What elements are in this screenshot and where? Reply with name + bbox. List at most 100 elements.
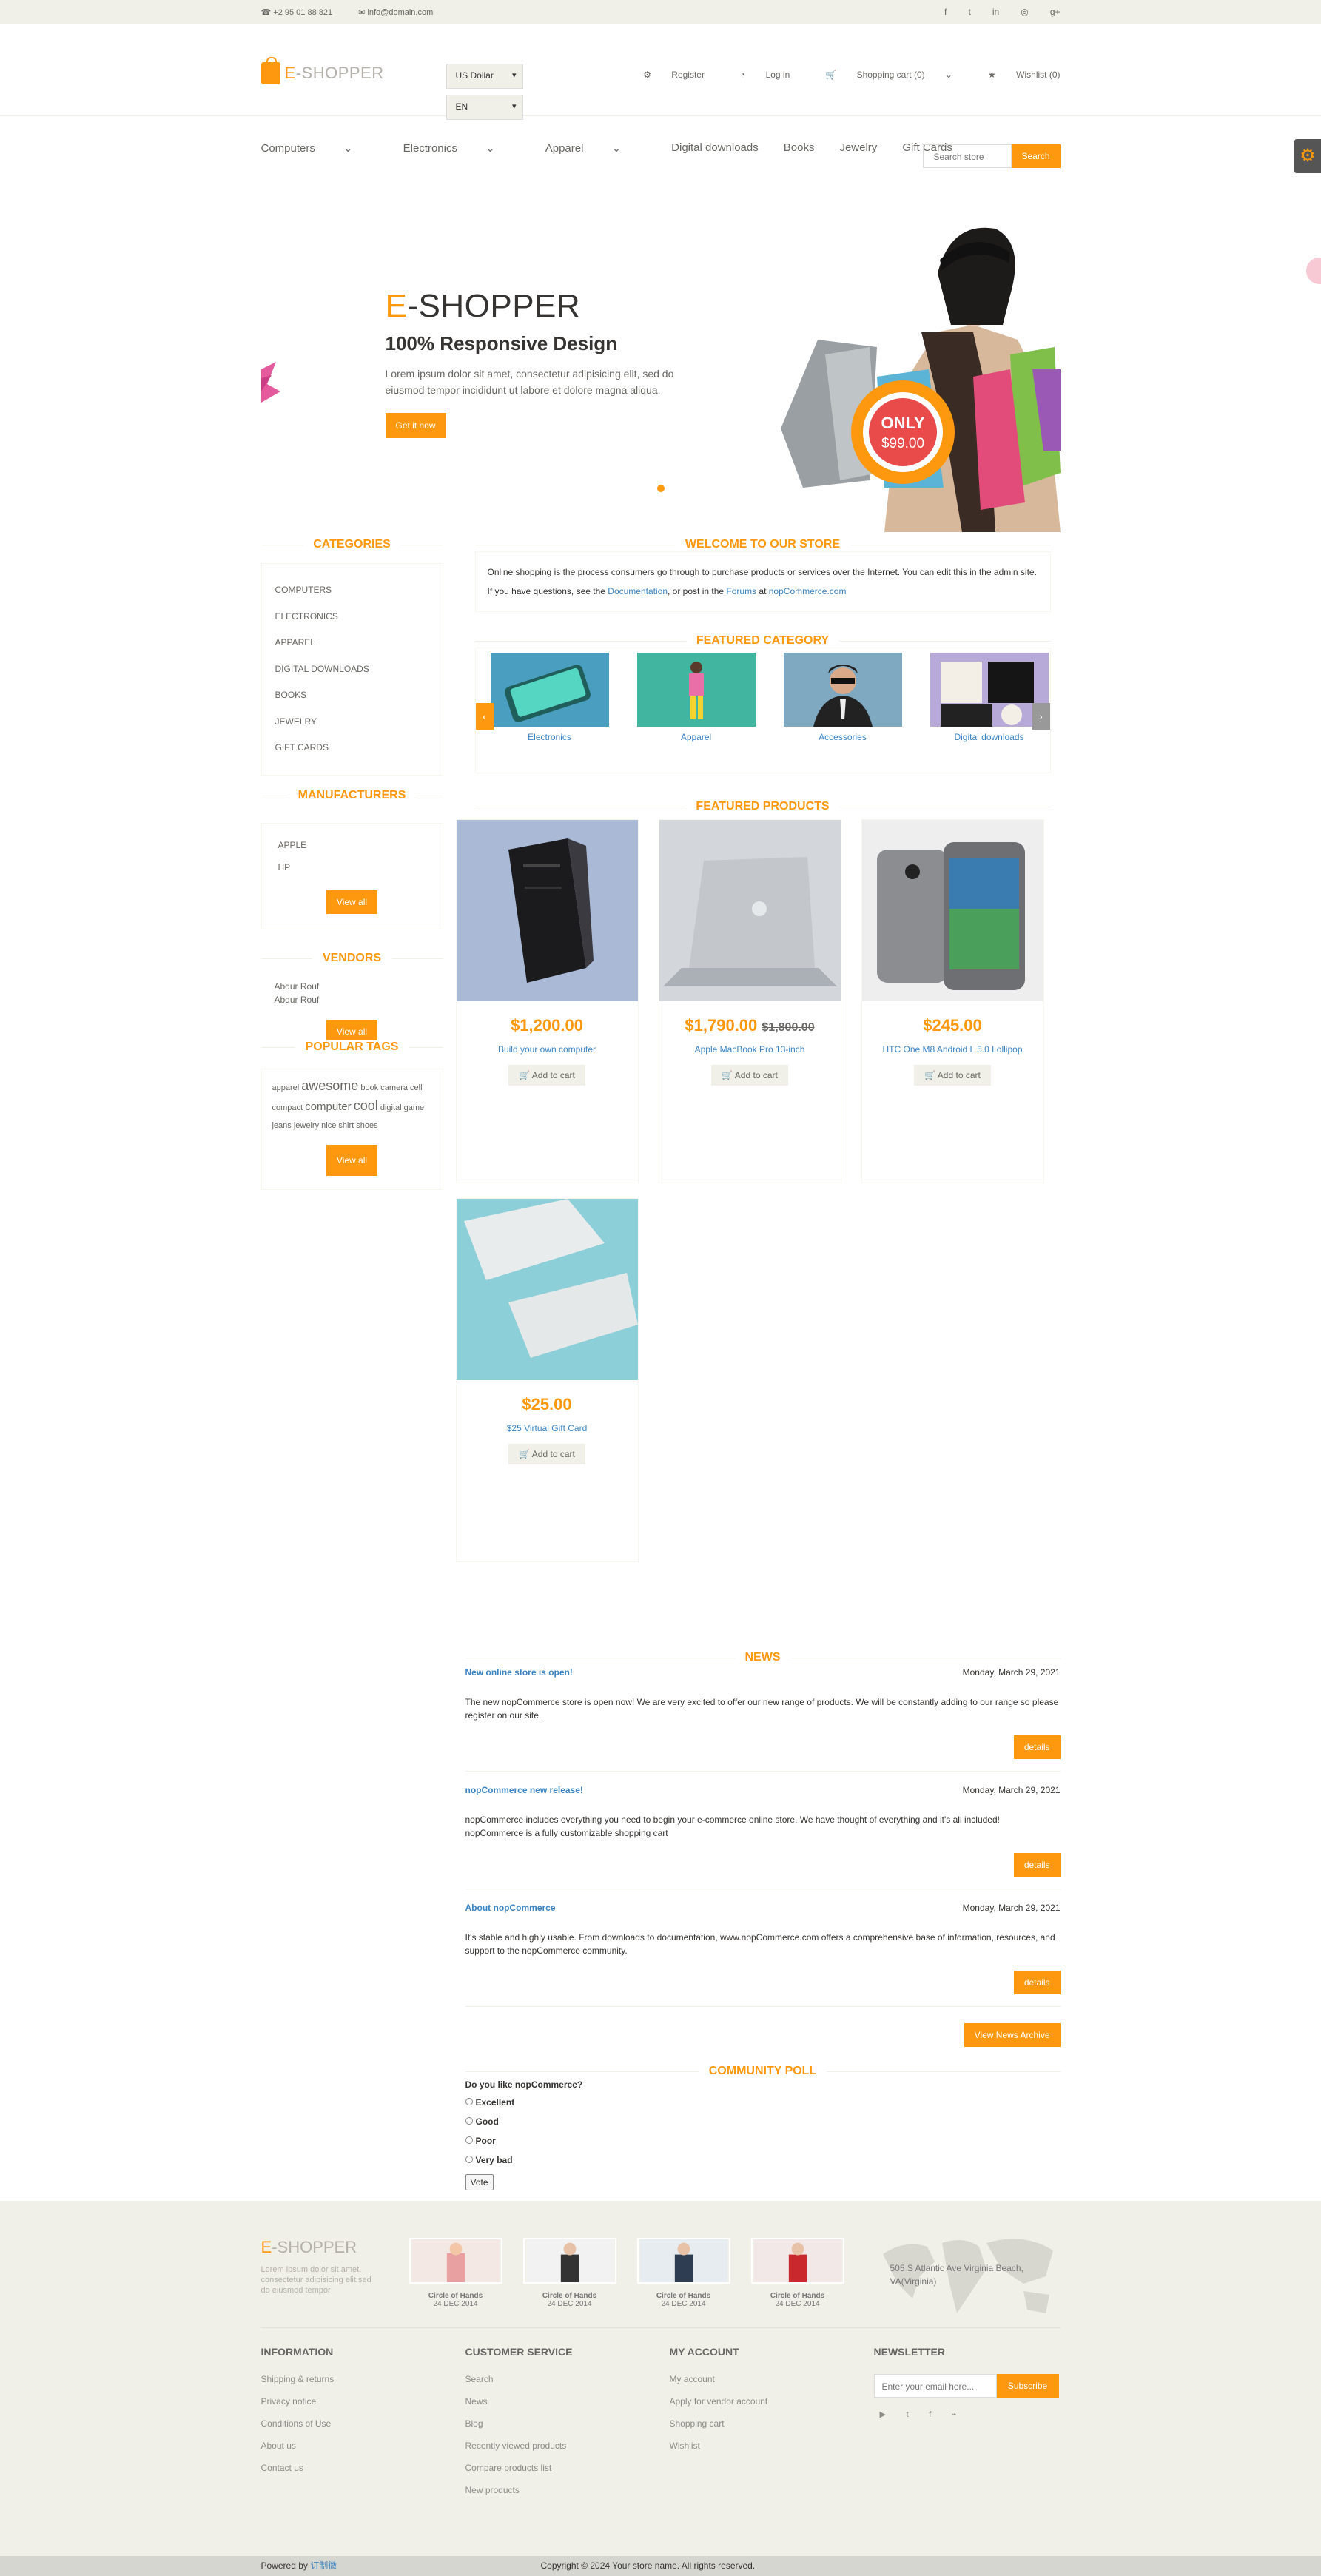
documentation-link[interactable]: Documentation	[608, 586, 668, 596]
linkedin-icon[interactable]: in	[992, 7, 999, 17]
add-to-cart-button[interactable]: 🛒 Add to cart	[508, 1065, 585, 1086]
footer-link[interactable]: Compare products list	[465, 2463, 670, 2485]
featured-category-apparel[interactable]: Apparel	[636, 653, 756, 742]
footer-link[interactable]: Shopping cart	[670, 2418, 874, 2441]
nopcommerce-link[interactable]: nopCommerce.com	[769, 586, 847, 596]
tag-jewelry[interactable]: jewelry	[294, 1121, 319, 1130]
footer-link[interactable]: Contact us	[261, 2463, 465, 2485]
manufacturer-item-hp[interactable]: HP	[278, 856, 426, 878]
currency-select[interactable]: US Dollar	[446, 64, 523, 89]
footer-link[interactable]: News	[465, 2396, 670, 2418]
rss-icon[interactable]: ⌁	[952, 2409, 957, 2419]
nav-item-apparel[interactable]: Apparel ⌄	[545, 141, 646, 155]
tag-cool[interactable]: cool	[354, 1098, 378, 1113]
tag-compact[interactable]: compact	[272, 1103, 303, 1112]
search-button[interactable]: Search	[1011, 144, 1061, 168]
radio-button[interactable]	[465, 2136, 473, 2144]
tag-computer[interactable]: computer	[305, 1100, 352, 1113]
category-item-books[interactable]: BOOKS	[275, 682, 429, 709]
radio-button[interactable]	[465, 2098, 473, 2105]
twitter-icon[interactable]: t	[968, 7, 970, 17]
footer-link[interactable]: About us	[261, 2441, 465, 2463]
nav-item-electronics[interactable]: Electronics ⌄	[403, 141, 520, 155]
featured-category-electronics[interactable]: Electronics	[490, 653, 609, 742]
wishlist-link[interactable]: ★ Wishlist (0)	[970, 70, 1060, 80]
nav-item-books[interactable]: Books	[784, 141, 815, 155]
manufacturers-view-all-button[interactable]: View all	[326, 890, 378, 914]
tag-book[interactable]: book	[360, 1083, 378, 1092]
shopping-cart-link[interactable]: 🛒 Shopping cart (0) ⌄	[807, 70, 952, 80]
category-item-apparel[interactable]: APPAREL	[275, 630, 429, 656]
add-to-cart-button[interactable]: 🛒 Add to cart	[914, 1065, 991, 1086]
footer-link[interactable]: Privacy notice	[261, 2396, 465, 2418]
logo[interactable]: E-SHOPPER	[260, 57, 384, 84]
category-item-digital-downloads[interactable]: DIGITAL DOWNLOADS	[275, 656, 429, 683]
category-item-jewelry[interactable]: JEWELRY	[275, 709, 429, 736]
footer-video[interactable]: Circle of Hands 24 DEC 2014	[409, 2238, 502, 2308]
product-name[interactable]: Apple MacBook Pro 13-inch	[659, 1044, 841, 1055]
facebook-icon[interactable]: f	[929, 2410, 931, 2419]
settings-gear-icon[interactable]: ⚙	[1294, 139, 1321, 173]
add-to-cart-button[interactable]: 🛒 Add to cart	[508, 1444, 585, 1464]
twitter-icon[interactable]: t	[907, 2410, 909, 2419]
vote-button[interactable]: Vote	[465, 2174, 494, 2190]
manufacturer-item-apple[interactable]: APPLE	[278, 834, 426, 856]
radio-button[interactable]	[465, 2156, 473, 2163]
forums-link[interactable]: Forums	[726, 586, 756, 596]
footer-link[interactable]: Recently viewed products	[465, 2441, 670, 2463]
featured-category-accessories[interactable]: Accessories	[783, 653, 902, 742]
category-item-electronics[interactable]: ELECTRONICS	[275, 604, 429, 630]
news-item-title[interactable]: About nopCommerce	[465, 1903, 556, 1913]
footer-link[interactable]: Search	[465, 2374, 670, 2396]
carousel-next-button[interactable]: ›	[1032, 703, 1050, 730]
product-image[interactable]	[861, 820, 1043, 1001]
category-item-gift-cards[interactable]: GIFT CARDS	[275, 735, 429, 761]
tags-view-all-button[interactable]: View all	[326, 1144, 378, 1176]
subscribe-button[interactable]: Subscribe	[996, 2374, 1059, 2398]
search-input[interactable]: Search store	[922, 144, 1012, 168]
news-item-title[interactable]: New online store is open!	[465, 1667, 573, 1678]
footer-link[interactable]: New products	[465, 2485, 670, 2507]
product-image[interactable]	[456, 1199, 638, 1380]
tag-nice[interactable]: nice	[321, 1121, 336, 1130]
product-name[interactable]: $25 Virtual Gift Card	[457, 1423, 638, 1433]
product-image[interactable]	[456, 820, 638, 1001]
product-name[interactable]: Build your own computer	[457, 1044, 638, 1055]
google-plus-icon[interactable]: g+	[1050, 7, 1061, 17]
nav-item-computers[interactable]: Computers ⌄	[261, 141, 378, 155]
tag-shoes[interactable]: shoes	[356, 1121, 377, 1130]
footer-video[interactable]: Circle of Hands 24 DEC 2014	[750, 2238, 844, 2308]
poll-option[interactable]: Good	[465, 2112, 1061, 2131]
poll-option[interactable]: Excellent	[465, 2093, 1061, 2112]
view-news-archive-button[interactable]: View News Archive	[964, 2023, 1061, 2047]
newsletter-email-input[interactable]: Enter your email here...	[873, 2374, 997, 2398]
footer-video[interactable]: Circle of Hands 24 DEC 2014	[636, 2238, 730, 2308]
footer-logo-text[interactable]: E-SHOPPER	[261, 2238, 380, 2257]
tag-game[interactable]: game	[404, 1103, 425, 1112]
radio-button[interactable]	[465, 2117, 473, 2125]
dribbble-icon[interactable]: ◎	[1021, 7, 1028, 17]
news-item-title[interactable]: nopCommerce new release!	[465, 1785, 583, 1795]
carousel-prev-button[interactable]: ‹	[475, 703, 494, 730]
news-details-button[interactable]: details	[1013, 1735, 1061, 1759]
nav-item-jewelry[interactable]: Jewelry	[839, 141, 877, 155]
footer-link[interactable]: Blog	[465, 2418, 670, 2441]
poll-option[interactable]: Poor	[465, 2131, 1061, 2150]
tag-cell[interactable]: cell	[410, 1083, 423, 1092]
footer-video[interactable]: Circle of Hands 24 DEC 2014	[522, 2238, 616, 2308]
tag-digital[interactable]: digital	[380, 1103, 402, 1112]
login-link[interactable]: ◔ Log in	[722, 70, 790, 80]
tag-shirt[interactable]: shirt	[338, 1121, 354, 1130]
add-to-cart-button[interactable]: 🛒 Add to cart	[711, 1065, 788, 1086]
footer-link[interactable]: Wishlist	[670, 2441, 874, 2463]
tag-apparel[interactable]: apparel	[272, 1083, 300, 1092]
category-item-computers[interactable]: COMPUTERS	[275, 577, 429, 604]
footer-link[interactable]: Shipping & returns	[261, 2374, 465, 2396]
poll-option[interactable]: Very bad	[465, 2150, 1061, 2170]
email-contact[interactable]: ✉ info@domain.com	[358, 8, 445, 17]
footer-link[interactable]: My account	[670, 2374, 874, 2396]
get-it-now-button[interactable]: Get it now	[385, 413, 446, 438]
product-name[interactable]: HTC One M8 Android L 5.0 Lollipop	[862, 1044, 1043, 1055]
register-link[interactable]: ⚙ Register	[625, 70, 705, 80]
tag-awesome[interactable]: awesome	[301, 1078, 358, 1093]
